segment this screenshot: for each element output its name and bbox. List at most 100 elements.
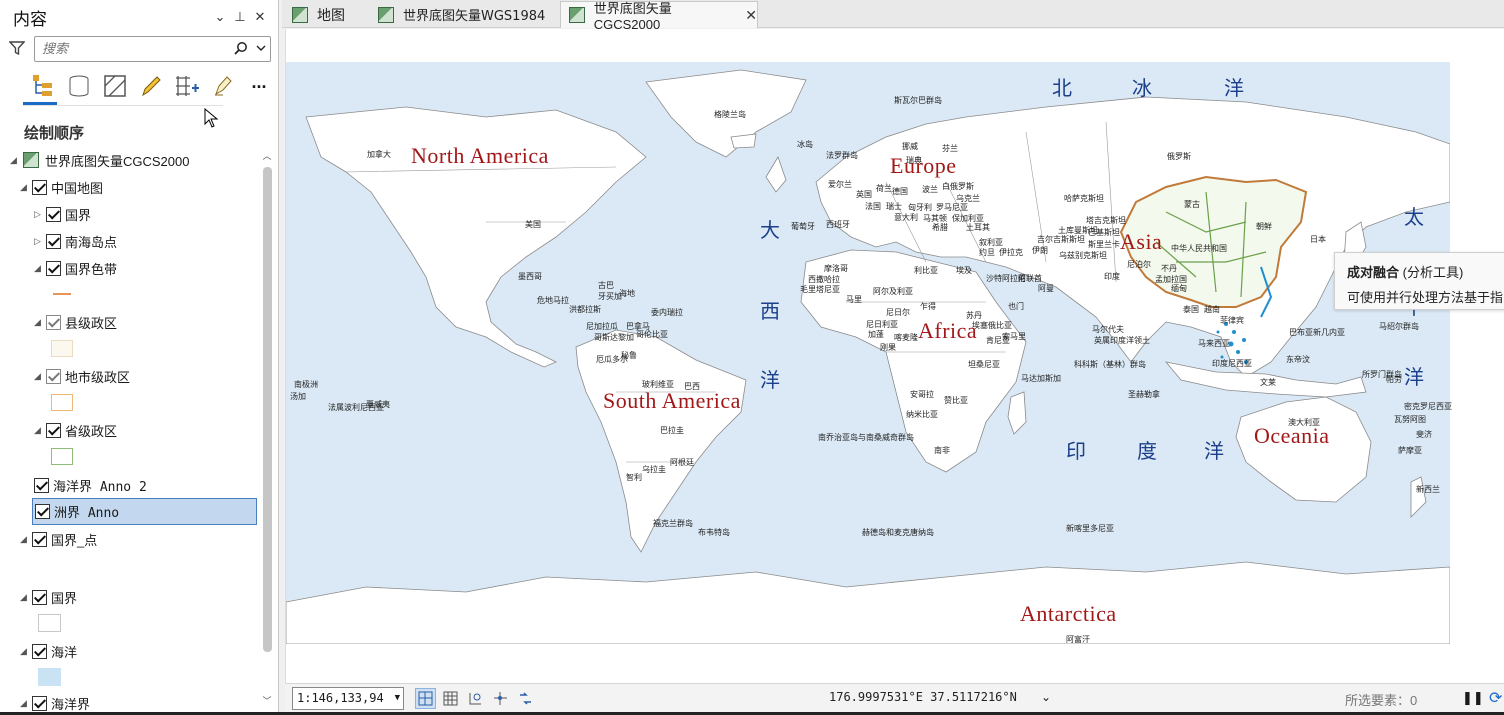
list-by-labeling-icon[interactable] bbox=[205, 69, 241, 103]
country-label: 危地马拉 bbox=[537, 296, 569, 305]
pause-icon[interactable]: ❚❚ bbox=[1462, 690, 1484, 706]
scale-selector[interactable]: 1:146,133,94 ▼ bbox=[292, 687, 404, 710]
tab-world-cgcs2000[interactable]: 世界底图矢量CGCS2000 ✕ bbox=[560, 1, 758, 32]
country-label: 喀麦隆 bbox=[894, 333, 918, 342]
filter-icon[interactable] bbox=[8, 40, 27, 59]
expand-arrow-icon[interactable]: ◢ bbox=[18, 592, 29, 603]
more-options-button[interactable]: ... bbox=[241, 69, 277, 103]
fixed-scale-icon[interactable] bbox=[415, 688, 436, 709]
visibility-checkbox[interactable] bbox=[32, 531, 47, 547]
tree-scrollbar[interactable]: ︿ ﹀ bbox=[261, 147, 273, 712]
continent-label: South America bbox=[603, 388, 741, 413]
tree-item-label: 县级政区 bbox=[65, 315, 118, 331]
tree-item-border-band[interactable]: ◢ 国界色带 bbox=[32, 257, 117, 279]
line-symbol-swatch[interactable] bbox=[53, 293, 71, 295]
visibility-checkbox[interactable] bbox=[32, 695, 47, 711]
country-label: 南乔治亚岛与南桑威奇群岛 bbox=[818, 433, 914, 442]
scrollbar-thumb[interactable] bbox=[263, 167, 272, 652]
expand-arrow-icon[interactable]: ◢ bbox=[32, 425, 43, 436]
refresh-icon[interactable]: ⟳ bbox=[1489, 688, 1502, 708]
visibility-checkbox[interactable] bbox=[46, 314, 61, 330]
search-input[interactable] bbox=[42, 41, 230, 57]
chevron-down-icon[interactable]: ▼ bbox=[395, 693, 400, 703]
snapping-icon[interactable] bbox=[465, 688, 486, 709]
pin-icon[interactable]: ⊥ bbox=[230, 9, 250, 25]
ocean-label: 西 bbox=[760, 299, 780, 323]
visibility-checkbox[interactable] bbox=[46, 422, 61, 438]
country-label: 毛里塔尼亚 bbox=[800, 285, 840, 294]
tab-map[interactable]: 地图 bbox=[284, 1, 364, 28]
tree-item-china-map[interactable]: ◢ 中国地图 bbox=[18, 176, 103, 198]
ocean-label: 北 bbox=[1052, 76, 1072, 100]
list-by-snapping-icon[interactable] bbox=[169, 69, 205, 103]
constraints-icon[interactable] bbox=[490, 688, 511, 709]
search-row bbox=[0, 34, 278, 64]
tree-item-world-border[interactable]: ◢ 国界 bbox=[18, 586, 77, 608]
expand-arrow-icon[interactable]: ◢ bbox=[18, 698, 29, 709]
close-icon[interactable]: ✕ bbox=[745, 7, 757, 24]
tree-item-province[interactable]: ◢ 省级政区 bbox=[32, 419, 117, 441]
pane-title: 内容 bbox=[13, 9, 47, 29]
tab-world-wgs1984[interactable]: 世界底图矢量WGS1984 bbox=[370, 1, 550, 28]
fill-symbol-swatch[interactable] bbox=[51, 340, 73, 357]
fill-symbol-swatch[interactable] bbox=[38, 668, 61, 686]
scroll-down-icon[interactable]: ﹀ bbox=[261, 694, 273, 707]
chevron-down-icon[interactable]: ⌄ bbox=[1041, 690, 1051, 704]
expand-arrow-icon[interactable]: ◢ bbox=[32, 263, 43, 274]
expand-arrow-icon[interactable]: ◢ bbox=[8, 155, 19, 166]
list-by-drawing-order-icon[interactable] bbox=[25, 69, 61, 103]
list-by-selection-icon[interactable] bbox=[97, 69, 133, 103]
collapse-arrow-icon[interactable]: ▷ bbox=[32, 209, 43, 220]
tree-item-ocean-boundary[interactable]: ◢ 海洋界 bbox=[18, 692, 90, 712]
country-label: 新西兰 bbox=[1416, 485, 1440, 494]
drawing-order-heading: 绘制顺序 bbox=[24, 125, 85, 142]
tree-item-border-points[interactable]: ◢ 国界_点 bbox=[18, 528, 97, 550]
tree-item-south-sea-islands[interactable]: ▷ 南海岛点 bbox=[32, 230, 117, 252]
scroll-up-icon[interactable]: ︿ bbox=[261, 149, 273, 162]
tree-item-national-border[interactable]: ▷ 国界 bbox=[32, 203, 91, 225]
country-label: 文莱 bbox=[1260, 378, 1276, 387]
close-icon[interactable]: ✕ bbox=[250, 9, 270, 25]
expand-arrow-icon[interactable]: ◢ bbox=[32, 317, 43, 328]
tree-item-city[interactable]: ◢ 地市级政区 bbox=[32, 365, 130, 387]
visibility-checkbox[interactable] bbox=[35, 504, 50, 519]
list-by-editing-icon[interactable] bbox=[133, 69, 169, 103]
tree-item-label: 海洋界 bbox=[51, 696, 91, 712]
country-label: 斯里兰卡 bbox=[1088, 240, 1120, 249]
expand-arrow-icon[interactable]: ◢ bbox=[32, 371, 43, 382]
country-label: 圣赫勒拿 bbox=[1128, 390, 1160, 399]
visibility-checkbox[interactable] bbox=[34, 477, 49, 493]
tree-item-ocean[interactable]: ◢ 海洋 bbox=[18, 640, 77, 662]
list-by-source-icon[interactable] bbox=[61, 69, 97, 103]
map-view[interactable]: North America Europe Asia Africa South A… bbox=[285, 29, 1504, 683]
visibility-checkbox[interactable] bbox=[46, 206, 61, 222]
continent-label: Antarctica bbox=[1020, 601, 1117, 626]
pane-menu-icon[interactable]: ⌄ bbox=[210, 9, 230, 25]
tree-item-county[interactable]: ◢ 县级政区 bbox=[32, 311, 117, 333]
search-icon[interactable] bbox=[230, 41, 252, 58]
expand-arrow-icon[interactable]: ◢ bbox=[18, 534, 29, 545]
tree-map-root[interactable]: ◢ 世界底图矢量CGCS2000 bbox=[8, 149, 189, 171]
country-label: 牙买加 bbox=[598, 292, 622, 301]
visibility-checkbox[interactable] bbox=[46, 368, 61, 384]
expand-arrow-icon[interactable]: ◢ bbox=[18, 182, 29, 193]
tree-item-ocean-anno-2[interactable]: 海洋界 Anno 2 bbox=[31, 474, 147, 496]
search-box[interactable] bbox=[34, 36, 271, 62]
chevron-down-icon[interactable] bbox=[252, 43, 270, 55]
visibility-checkbox[interactable] bbox=[46, 260, 61, 276]
pause-drawing-icon[interactable] bbox=[515, 688, 536, 709]
visibility-checkbox[interactable] bbox=[32, 179, 47, 195]
tree-item-continent-anno[interactable]: 洲界 Anno bbox=[32, 498, 257, 525]
grid-icon[interactable] bbox=[440, 688, 461, 709]
tree-item-label: 中国地图 bbox=[51, 180, 104, 196]
visibility-checkbox[interactable] bbox=[32, 589, 47, 605]
fill-symbol-swatch[interactable] bbox=[51, 448, 73, 465]
country-label: 利比亚 bbox=[914, 266, 938, 275]
fill-symbol-swatch[interactable] bbox=[38, 614, 61, 632]
visibility-checkbox[interactable] bbox=[46, 233, 61, 249]
visibility-checkbox[interactable] bbox=[32, 643, 47, 659]
expand-arrow-icon[interactable]: ◢ bbox=[18, 646, 29, 657]
fill-symbol-swatch[interactable] bbox=[51, 394, 73, 411]
collapse-arrow-icon[interactable]: ▷ bbox=[32, 236, 43, 247]
ocean-label: 洋 bbox=[1224, 76, 1244, 100]
